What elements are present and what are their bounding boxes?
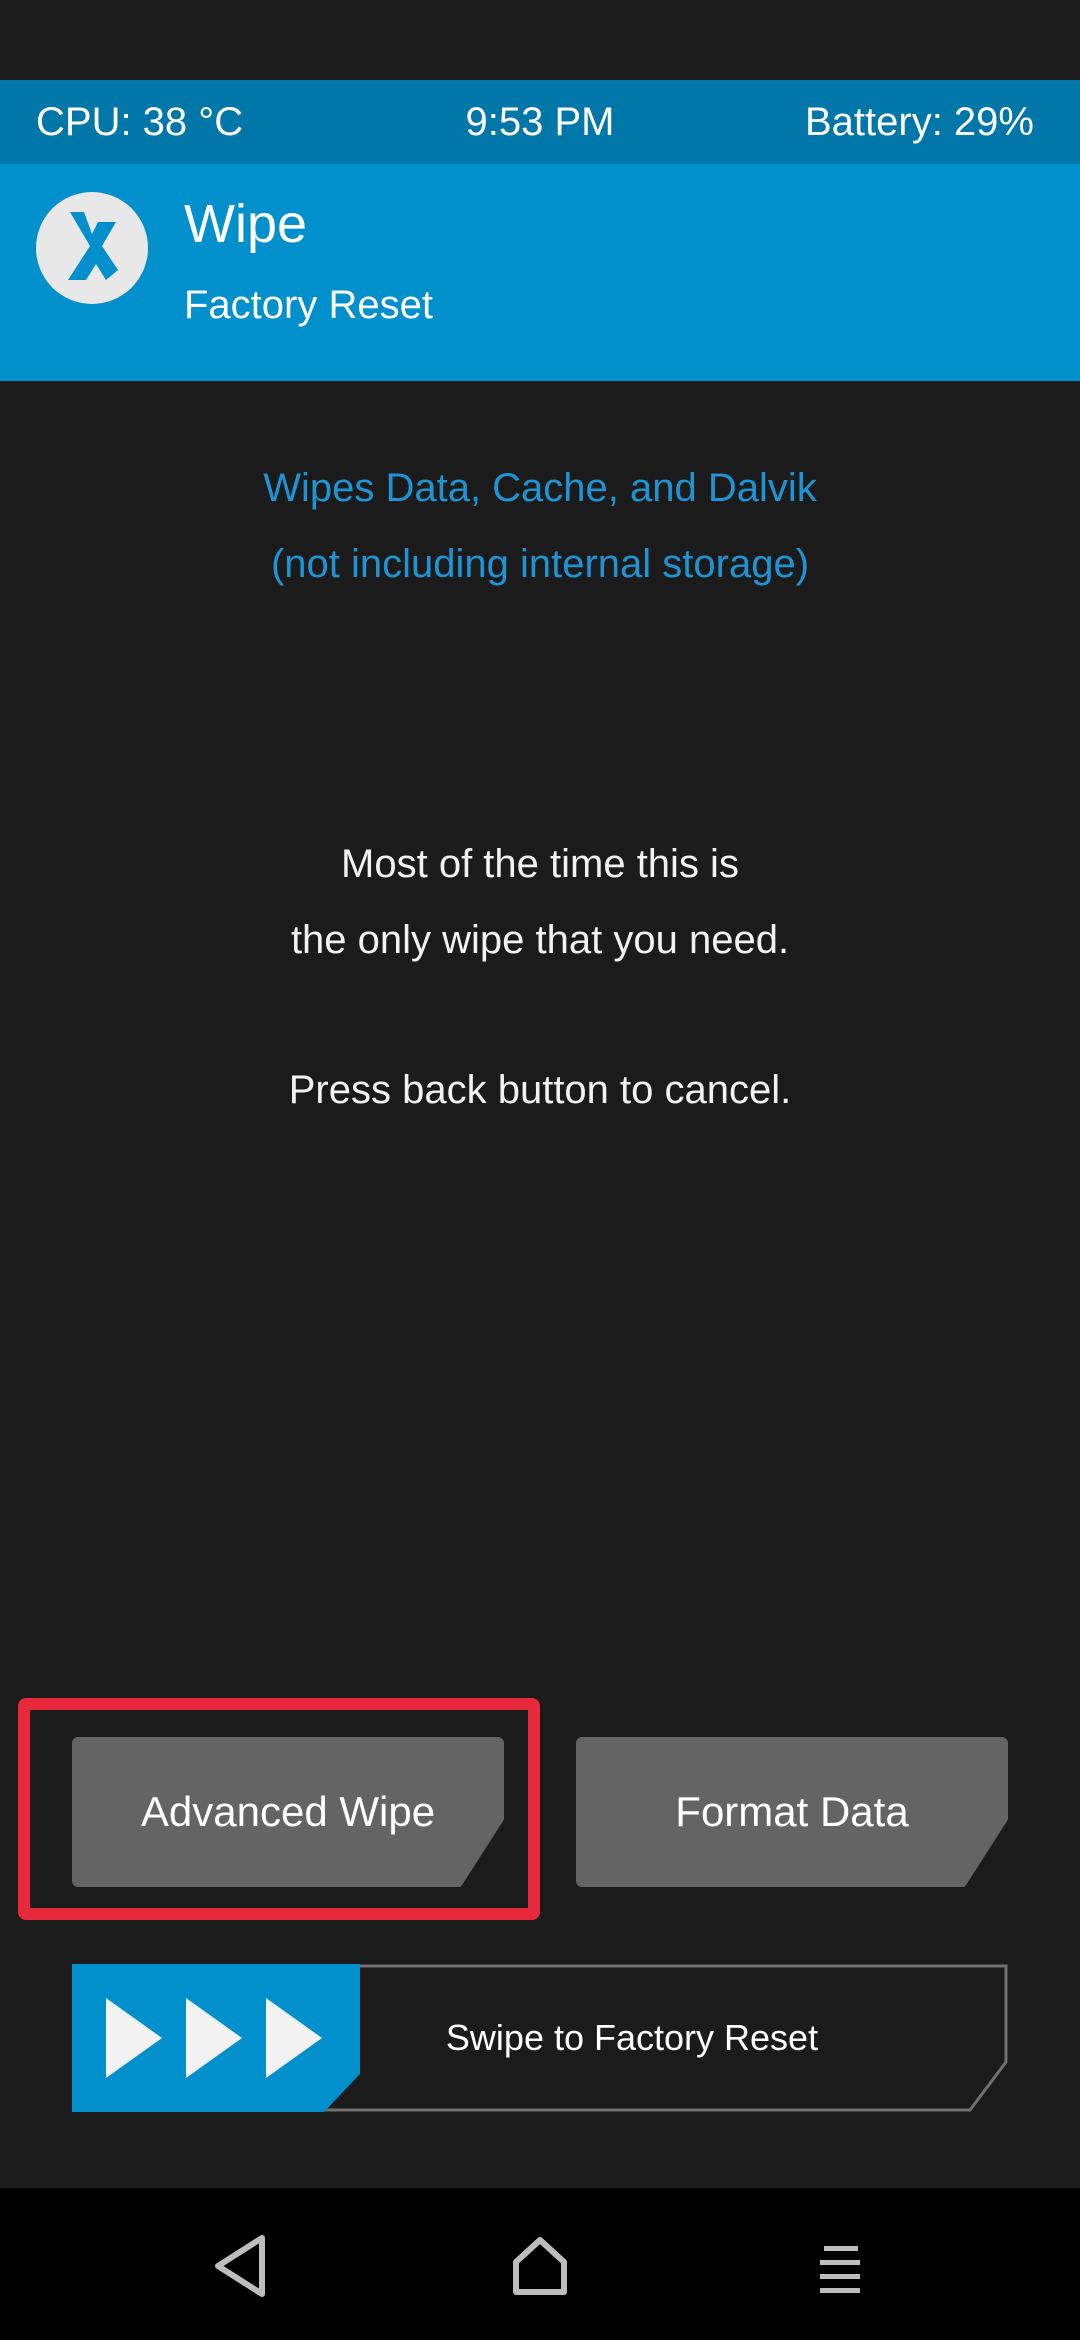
page-title: Wipe — [184, 194, 308, 254]
swipe-label: Swipe to Factory Reset — [445, 2017, 819, 2058]
status-bar: CPU: 38 °C 9:53 PM Battery: 29% — [0, 80, 1080, 164]
home-icon[interactable] — [500, 2226, 580, 2306]
wipe-info-line-2: (not including internal storage) — [270, 542, 810, 586]
swipe-to-factory-reset-slider[interactable]: Swipe to Factory Reset — [72, 1964, 1008, 2112]
format-data-label: Format Data — [675, 1788, 909, 1835]
format-data-button[interactable]: Format Data — [576, 1737, 1008, 1887]
menu-lines-icon[interactable] — [800, 2226, 880, 2306]
triple-play-arrows-icon[interactable] — [102, 1994, 332, 2082]
twrp-logo-icon — [34, 190, 150, 306]
battery-level: Battery: 29% — [804, 100, 1034, 144]
page-header: Wipe Factory Reset — [0, 164, 1080, 381]
message-line-1: Most of the time this is — [341, 842, 739, 886]
cancel-hint: Press back button to cancel. — [288, 1068, 792, 1112]
message-line-2: the only wipe that you need. — [290, 918, 790, 962]
navigation-bar — [0, 2188, 1080, 2340]
top-inset — [0, 0, 1080, 80]
advanced-wipe-button[interactable]: Advanced Wipe — [72, 1737, 504, 1887]
advanced-wipe-label: Advanced Wipe — [140, 1788, 436, 1835]
back-triangle-icon[interactable] — [200, 2226, 280, 2306]
wipe-info-line-1: Wipes Data, Cache, and Dalvik — [263, 466, 817, 510]
page-subtitle: Factory Reset — [184, 283, 433, 327]
